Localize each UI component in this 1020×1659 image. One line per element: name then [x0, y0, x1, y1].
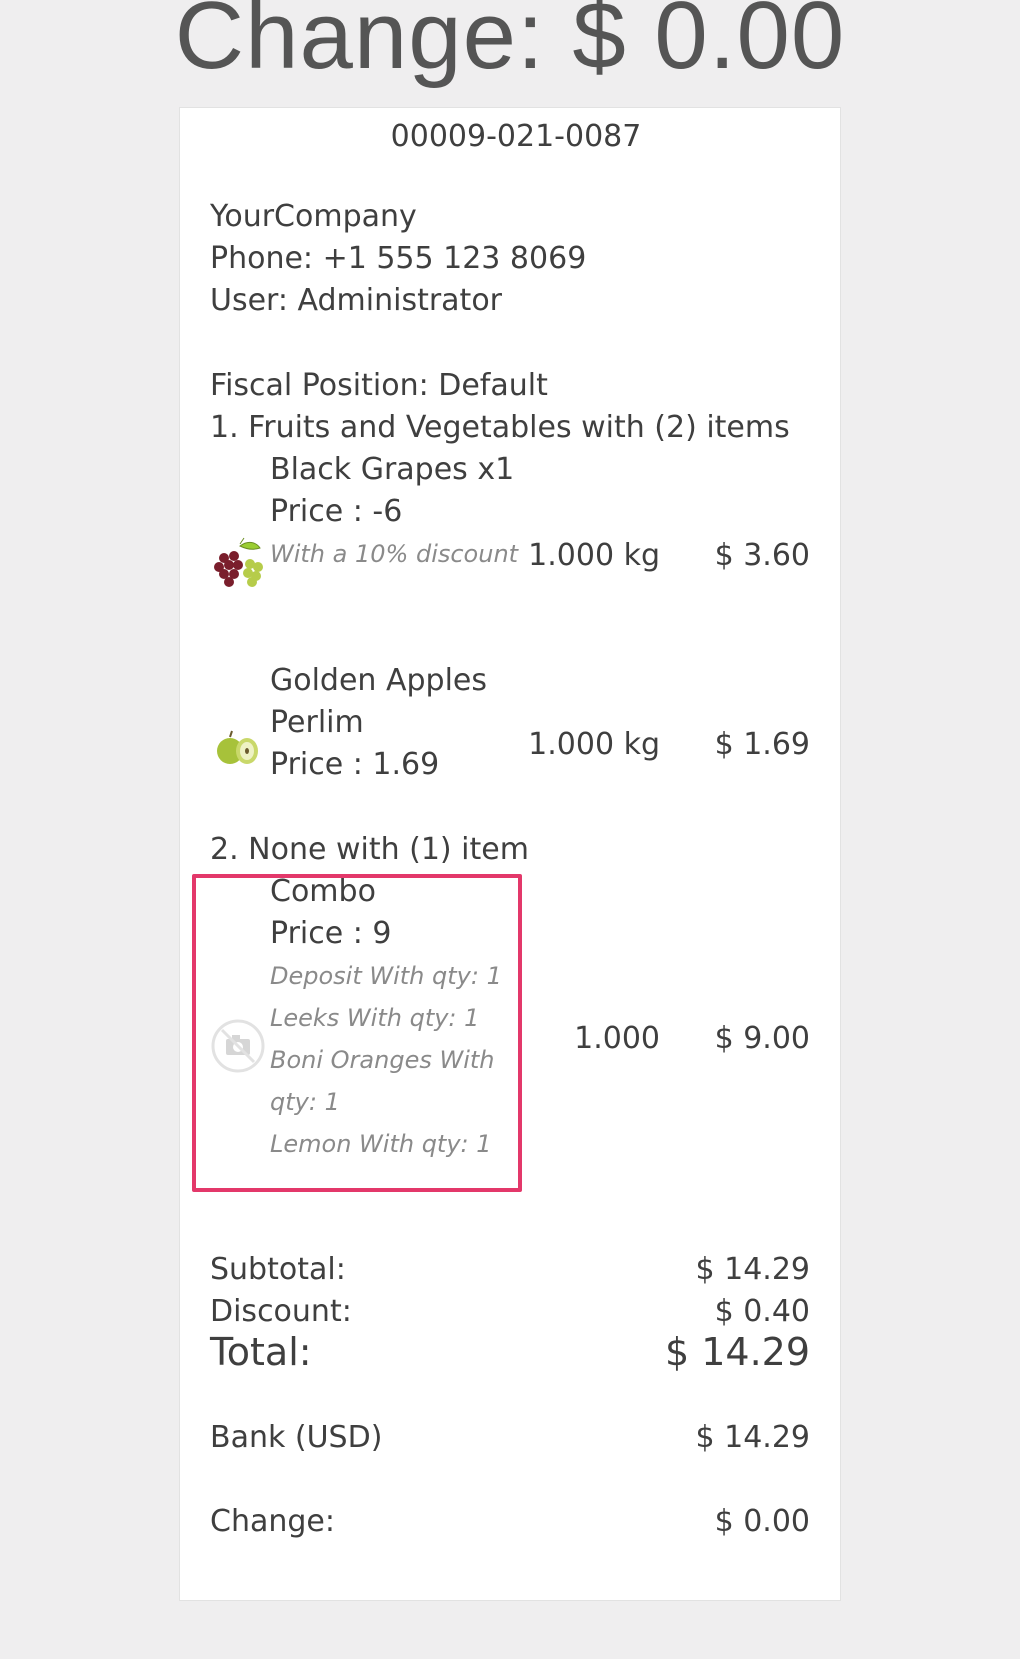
group-title: 2. None with (1) item [210, 832, 529, 867]
payment-method: Bank (USD) [210, 1420, 383, 1455]
product-price: Price : -6 [270, 494, 403, 529]
total-label: Total: [210, 1330, 312, 1374]
subtotal-label: Subtotal: [210, 1252, 346, 1287]
product-name-cont: Perlim [270, 705, 364, 740]
cashier-user: User: Administrator [210, 283, 503, 318]
fiscal-position: Fiscal Position: Default [210, 368, 548, 403]
company-name: YourCompany [210, 199, 417, 234]
change-label: Change: [210, 1504, 335, 1539]
no-image-camera-icon [211, 1019, 265, 1073]
order-id: 00009-021-0087 [390, 119, 642, 154]
receipt: 00009-021-0087 YourCompany Phone: +1 555… [179, 107, 841, 1601]
combo-component: Leeks With qty: 1 [270, 1004, 480, 1032]
product-total: $ 1.69 [714, 727, 810, 762]
payment-amount: $ 14.29 [695, 1420, 810, 1455]
product-total: $ 3.60 [714, 538, 810, 573]
subtotal-value: $ 14.29 [695, 1252, 810, 1287]
total-value: $ 14.29 [664, 1330, 810, 1374]
combo-component: Lemon With qty: 1 [270, 1130, 492, 1158]
apple-icon [217, 730, 258, 764]
product-name: Combo [270, 874, 376, 909]
change-value: $ 0.00 [714, 1504, 810, 1539]
discount-label: Discount: [210, 1294, 352, 1329]
product-total: $ 9.00 [714, 1021, 810, 1056]
company-phone: Phone: +1 555 123 8069 [210, 241, 587, 276]
combo-component: Deposit With qty: 1 [270, 962, 502, 990]
product-name: Black Grapes x1 [270, 452, 515, 487]
change-heading: Change: $ 0.00 [174, 0, 846, 89]
product-price: Price : 9 [270, 916, 392, 951]
combo-component-cont: qty: 1 [270, 1088, 340, 1116]
group-title: 1. Fruits and Vegetables with (2) items [210, 410, 790, 445]
discount-value: $ 0.40 [714, 1294, 810, 1329]
product-price: Price : 1.69 [270, 747, 440, 782]
grapes-icon [214, 537, 263, 587]
product-name: Golden Apples [270, 663, 488, 698]
